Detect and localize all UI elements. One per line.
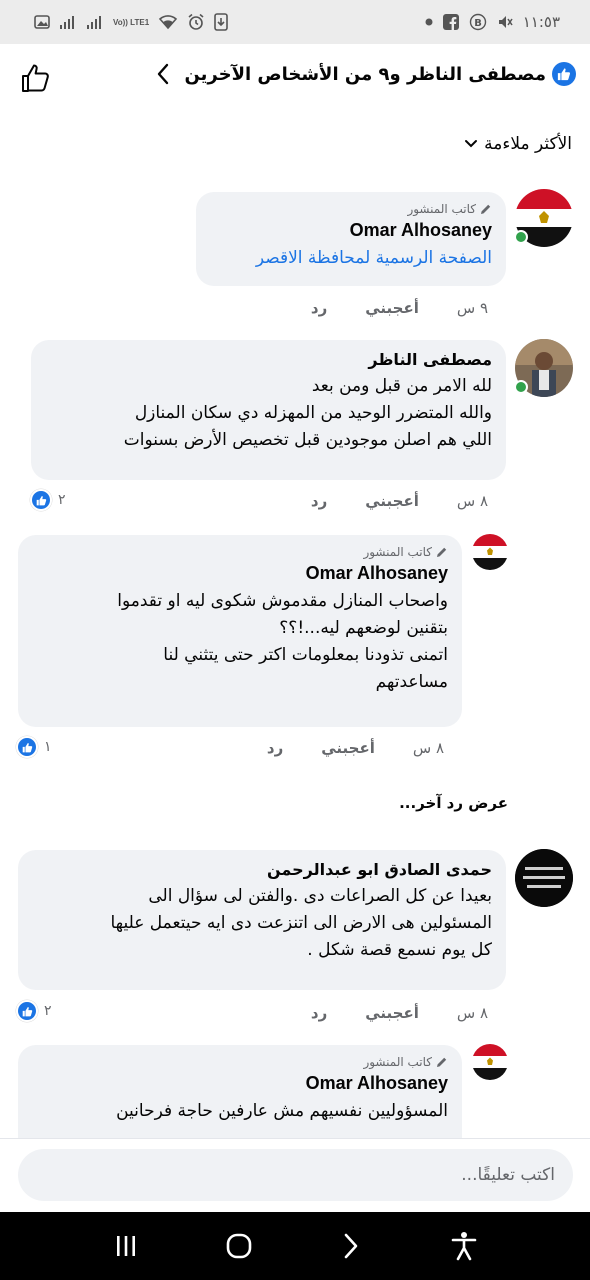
comment-bubble[interactable]: حمدى الصادق ابو عبدالرحمن بعيدا عن كل ال… (18, 850, 506, 990)
comment-author[interactable]: حمدى الصادق ابو عبدالرحمن (32, 860, 492, 879)
sort-label: الأكثر ملاءمة (484, 134, 572, 154)
chevron-left-icon (156, 63, 170, 85)
header-title: مصطفى الناظر و٩ من الأشخاص الآخرين (184, 63, 546, 85)
chevron-down-icon (464, 139, 478, 149)
comment-time[interactable]: ٨ س (457, 492, 488, 510)
reaction-count: ٢ (44, 1003, 52, 1019)
comment-bubble[interactable]: مصطفى الناظر لله الامر من قبل ومن بعد وا… (31, 340, 506, 480)
comment-composer: اكتب تعليقًا... (0, 1138, 590, 1212)
dot-icon (425, 18, 433, 26)
signal-icon (86, 14, 104, 30)
comment-time[interactable]: ٨ س (457, 1004, 488, 1022)
reply-button[interactable]: رد (311, 1004, 327, 1022)
author-tag: كاتب المنشور (32, 1055, 448, 1069)
reaction-count: ١ (44, 739, 52, 755)
b-icon: B (469, 13, 487, 31)
like-reaction-icon (16, 1000, 38, 1022)
status-time: ١١:٥٣ (522, 13, 560, 31)
pencil-icon (481, 204, 491, 214)
comment-reactions[interactable]: ١ (16, 736, 52, 758)
comment-author[interactable]: Omar Alhosaney (32, 1073, 448, 1094)
online-indicator (514, 230, 528, 244)
status-right-icons: B ١١:٥٣ (425, 13, 560, 31)
comment-author[interactable]: مصطفى الناظر (45, 350, 492, 369)
comment-author[interactable]: Omar Alhosaney (210, 220, 492, 241)
comment-input-placeholder: اكتب تعليقًا... (461, 1165, 555, 1185)
pencil-icon (437, 1057, 447, 1067)
pencil-icon (437, 547, 447, 557)
like-comment-button[interactable]: أعجبني (365, 1004, 419, 1022)
reply-button[interactable]: رد (311, 492, 327, 510)
comment-text: واصحاب المنازل مقدموش شكوى ليه او تقدموا… (117, 591, 448, 692)
status-left-icons: Vo)) LTE1 (34, 13, 228, 31)
svg-text:B: B (474, 18, 482, 29)
like-reaction-icon (16, 736, 38, 758)
signal-icon (59, 14, 77, 30)
comment-actions: ٨ س أعجبني رد (311, 492, 488, 510)
like-comment-button[interactable]: أعجبني (365, 299, 419, 317)
comment-time[interactable]: ٩ س (457, 299, 488, 317)
status-bar: Vo)) LTE1 B ١١:٥٣ (0, 0, 590, 44)
comment-text-link[interactable]: الصفحة الرسمية لمحافظة الاقصر (210, 245, 492, 272)
online-indicator (514, 380, 528, 394)
reactions-comments-sheet: مصطفى الناظر و٩ من الأشخاص الآخرين الأكث… (0, 44, 590, 1212)
alarm-icon (187, 13, 205, 31)
like-comment-button[interactable]: أعجبني (321, 739, 375, 757)
reactors-link[interactable]: مصطفى الناظر و٩ من الأشخاص الآخرين (156, 62, 576, 86)
author-tag: كاتب المنشور (210, 202, 492, 216)
like-reaction-icon (30, 489, 52, 511)
avatar-omar[interactable] (472, 534, 508, 570)
volte-icon: Vo)) LTE1 (113, 17, 150, 27)
comment-actions: ٨ س أعجبني رد (311, 1004, 488, 1022)
comment-bubble[interactable]: كاتب المنشور Omar Alhosaney الصفحة الرسم… (196, 192, 506, 286)
reply-button[interactable]: رد (311, 299, 327, 317)
comment-text: المسؤوليين نفسيهم مش عارفين حاجة فرحانين (116, 1101, 448, 1121)
reply-button[interactable]: رد (267, 739, 283, 757)
comment-reactions[interactable]: ٢ (30, 489, 66, 511)
author-tag-label: كاتب المنشور (407, 202, 476, 216)
comment-actions: ٩ س أعجبني رد (311, 299, 488, 317)
comment-author[interactable]: Omar Alhosaney (32, 563, 448, 584)
home-icon[interactable] (214, 1221, 264, 1271)
mute-icon (497, 14, 513, 30)
like-comment-button[interactable]: أعجبني (365, 492, 419, 510)
view-more-replies-link[interactable]: عرض رد آخر... (399, 794, 508, 812)
like-reaction-icon (552, 62, 576, 86)
comment-text: بعيدا عن كل الصراعات دى .والفتن لى سؤال … (110, 886, 492, 960)
author-tag: كاتب المنشور (32, 545, 448, 559)
facebook-icon (442, 14, 459, 30)
gallery-icon (34, 14, 50, 30)
comment-text: لله الامر من قبل ومن بعد والله المتضرر ا… (123, 376, 492, 450)
author-tag-label: كاتب المنشور (363, 545, 432, 559)
wifi-icon (158, 14, 178, 30)
author-tag-label: كاتب المنشور (363, 1055, 432, 1069)
comment-time[interactable]: ٨ س (413, 739, 444, 757)
system-nav-bar (0, 1212, 590, 1280)
reaction-count: ٢ (58, 492, 66, 508)
sort-dropdown[interactable]: الأكثر ملاءمة (464, 134, 572, 154)
avatar-hamdy[interactable] (515, 849, 573, 907)
save-icon (214, 13, 228, 31)
back-icon[interactable] (326, 1221, 376, 1271)
like-post-button[interactable] (20, 62, 52, 98)
recents-icon[interactable] (101, 1221, 151, 1271)
avatar-omar[interactable] (472, 1044, 508, 1080)
accessibility-icon[interactable] (439, 1221, 489, 1271)
comment-input[interactable]: اكتب تعليقًا... (18, 1149, 573, 1201)
comment-bubble[interactable]: كاتب المنشور Omar Alhosaney واصحاب المنا… (18, 535, 462, 727)
sheet-header: مصطفى الناظر و٩ من الأشخاص الآخرين (0, 44, 590, 110)
comment-reactions[interactable]: ٢ (16, 1000, 52, 1022)
comment-actions: ٨ س أعجبني رد (267, 739, 444, 757)
